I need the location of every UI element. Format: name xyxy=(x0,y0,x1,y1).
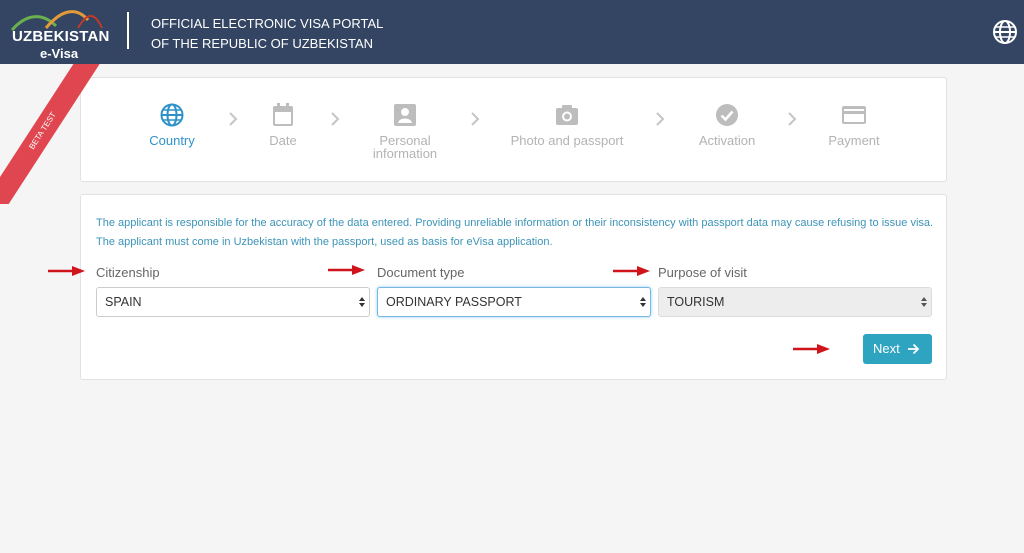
user-card-icon xyxy=(394,104,416,126)
credit-card-icon xyxy=(842,106,866,124)
logo-subtitle: e-Visa xyxy=(40,46,79,61)
check-circle-icon xyxy=(716,104,738,126)
accuracy-notice: The applicant is responsible for the acc… xyxy=(96,217,934,248)
step-label: Activation xyxy=(698,133,756,148)
chevron-right-icon xyxy=(656,112,665,126)
citizenship-select[interactable]: SPAIN xyxy=(96,287,370,317)
document-type-value: ORDINARY PASSPORT xyxy=(386,295,522,309)
step-photo-and-passport[interactable]: Photo and passport xyxy=(509,103,625,147)
portal-title: OFFICIAL ELECTRONIC VISA PORTAL OF THE R… xyxy=(151,14,383,54)
step-payment[interactable]: Payment xyxy=(826,103,882,147)
next-button[interactable]: Next xyxy=(863,334,932,364)
chevron-right-icon xyxy=(331,112,340,126)
citizenship-value: SPAIN xyxy=(105,295,142,309)
chevron-right-icon xyxy=(788,112,797,126)
annotation-arrow-icon xyxy=(328,265,365,275)
next-button-label: Next xyxy=(873,341,900,356)
chevron-right-icon xyxy=(471,112,480,126)
step-label: Photo and passport xyxy=(510,133,624,148)
purpose-of-visit-label: Purpose of visit xyxy=(658,265,747,280)
steps-panel: Country Date Personal information Photo … xyxy=(80,77,947,182)
step-label: Payment xyxy=(828,133,880,148)
logo-text: UZBEKISTAN xyxy=(12,28,110,45)
calendar-icon xyxy=(273,103,293,126)
camera-icon xyxy=(556,105,578,125)
purpose-of-visit-value: TOURISM xyxy=(667,295,725,309)
step-label: Country xyxy=(149,133,195,148)
chevron-right-icon xyxy=(229,112,238,126)
uzbekistan-logo[interactable]: UZBEKISTAN e-Visa xyxy=(6,4,109,61)
globe-icon xyxy=(160,103,184,127)
portal-title-line2: OF THE REPUBLIC OF UZBEKISTAN xyxy=(151,36,373,51)
step-personal-information[interactable]: Personal information xyxy=(367,103,443,160)
step-date[interactable]: Date xyxy=(263,103,303,147)
select-arrows-icon xyxy=(640,297,646,307)
step-country[interactable]: Country xyxy=(147,103,197,147)
step-label-line2: information xyxy=(372,146,438,161)
document-type-select[interactable]: ORDINARY PASSPORT xyxy=(377,287,651,317)
site-header: UZBEKISTAN e-Visa OFFICIAL ELECTRONIC VI… xyxy=(0,0,1024,64)
annotation-arrow-icon xyxy=(48,266,85,276)
step-activation[interactable]: Activation xyxy=(695,103,759,147)
header-divider xyxy=(127,12,129,49)
annotation-arrow-icon xyxy=(793,344,830,354)
step-label: Date xyxy=(269,133,297,148)
annotation-arrow-icon xyxy=(613,266,650,276)
document-type-label: Document type xyxy=(377,265,465,280)
portal-title-line1: OFFICIAL ELECTRONIC VISA PORTAL xyxy=(151,16,384,31)
purpose-of-visit-select[interactable]: TOURISM xyxy=(658,287,932,317)
citizenship-label: Citizenship xyxy=(96,265,160,280)
select-arrows-icon xyxy=(921,297,927,307)
globe-icon[interactable] xyxy=(992,19,1018,45)
arrow-right-icon xyxy=(908,343,920,355)
select-arrows-icon xyxy=(359,297,365,307)
